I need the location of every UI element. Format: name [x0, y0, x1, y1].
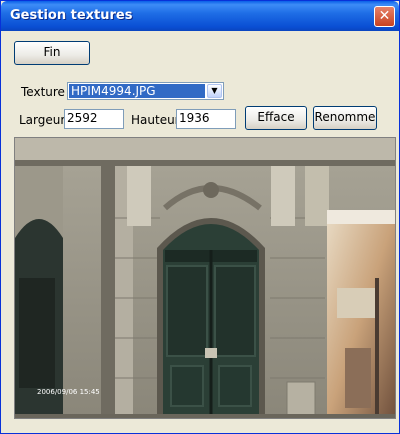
fin-button[interactable]: Fin: [14, 41, 90, 65]
title-bar[interactable]: Gestion textures ✕: [1, 1, 399, 31]
hauteur-label: Hauteur: [131, 113, 180, 127]
texture-label: Texture: [21, 85, 65, 99]
texture-select-value: HPIM4994.JPG: [69, 84, 205, 98]
efface-button[interactable]: Efface: [245, 106, 307, 130]
window-title: Gestion textures: [10, 8, 133, 23]
photo-timestamp: 2006/09/06 15:45: [37, 388, 100, 396]
renomme-button[interactable]: Renomme: [313, 106, 377, 130]
largeur-input[interactable]: 2592: [64, 109, 124, 129]
facade-photo: 2006/09/06 15:45: [15, 138, 395, 418]
close-button[interactable]: ✕: [374, 6, 395, 27]
texture-preview-image: 2006/09/06 15:45: [14, 137, 396, 419]
largeur-label: Largeur: [19, 113, 66, 127]
texture-select[interactable]: HPIM4994.JPG ▼: [67, 82, 224, 100]
dropdown-arrow-icon[interactable]: ▼: [207, 84, 222, 98]
hauteur-input[interactable]: 1936: [176, 109, 236, 129]
close-icon: ✕: [378, 8, 391, 24]
gestion-textures-window: Gestion textures ✕ Fin Texture HPIM4994.…: [0, 0, 400, 434]
